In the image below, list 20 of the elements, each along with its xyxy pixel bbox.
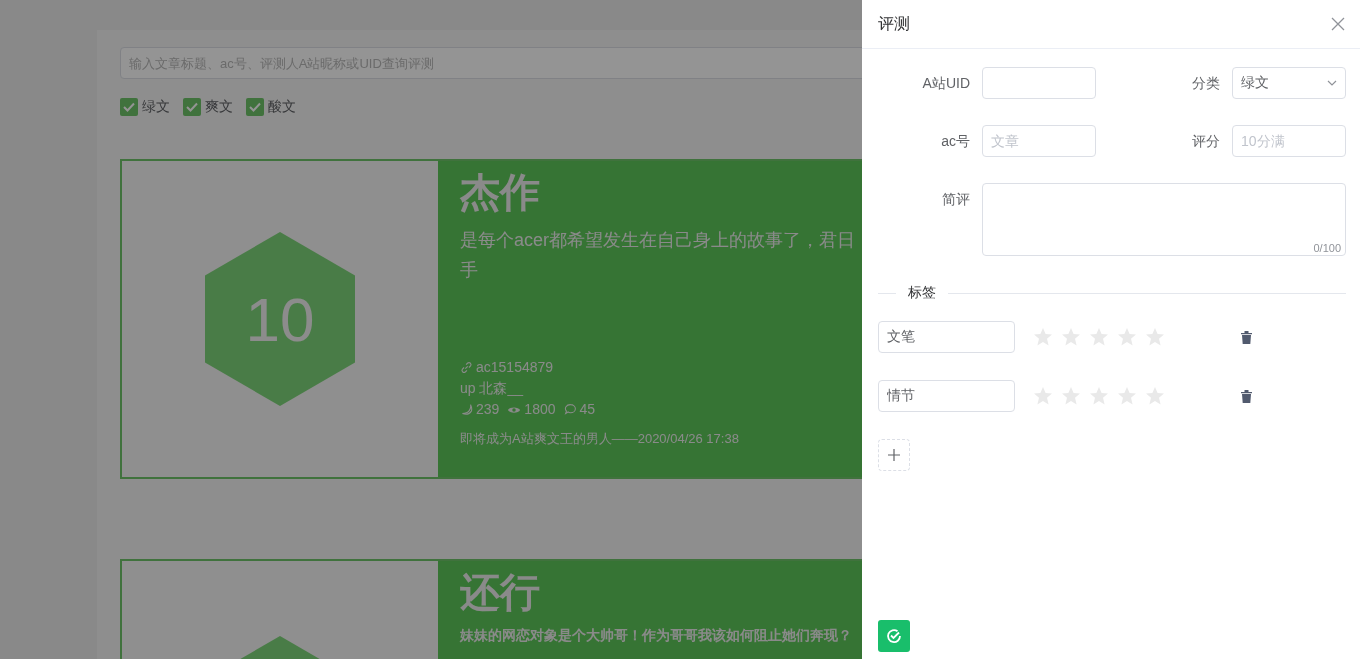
checkbox-label: 绿文 xyxy=(142,98,170,116)
author-text: up 北森__ xyxy=(460,379,525,398)
checkbox-label: 酸文 xyxy=(268,98,296,116)
article-title: 妹妹的网恋对象是个大帅哥！作为哥哥我该如何阻止她们奔现？ xyxy=(460,627,852,645)
score-text: 10 xyxy=(245,283,315,355)
char-counter: 0/100 xyxy=(1313,242,1341,254)
description-text: 是每个acer都希望发生在自己身上的故事了，君日 xyxy=(460,229,855,252)
field-label: 评分 xyxy=(1191,132,1220,151)
comment-count: 45 xyxy=(579,400,596,419)
view-count: 1800 xyxy=(524,400,556,419)
like-count: 239 xyxy=(476,400,500,419)
review-title: 还行 xyxy=(460,569,541,615)
description-text: 手 xyxy=(460,259,479,282)
review-title: 杰作 xyxy=(460,169,541,215)
reviewer-text: 即将成为A站爽文王的男人——2020/04/26 17:38 xyxy=(460,430,740,448)
checkbox-label: 爽文 xyxy=(205,98,233,116)
field-label: ac号 xyxy=(940,132,970,151)
section-heading: 标签 xyxy=(908,284,936,302)
drawer-title: 评测 xyxy=(878,13,910,34)
field-label: 简评 xyxy=(941,190,970,209)
